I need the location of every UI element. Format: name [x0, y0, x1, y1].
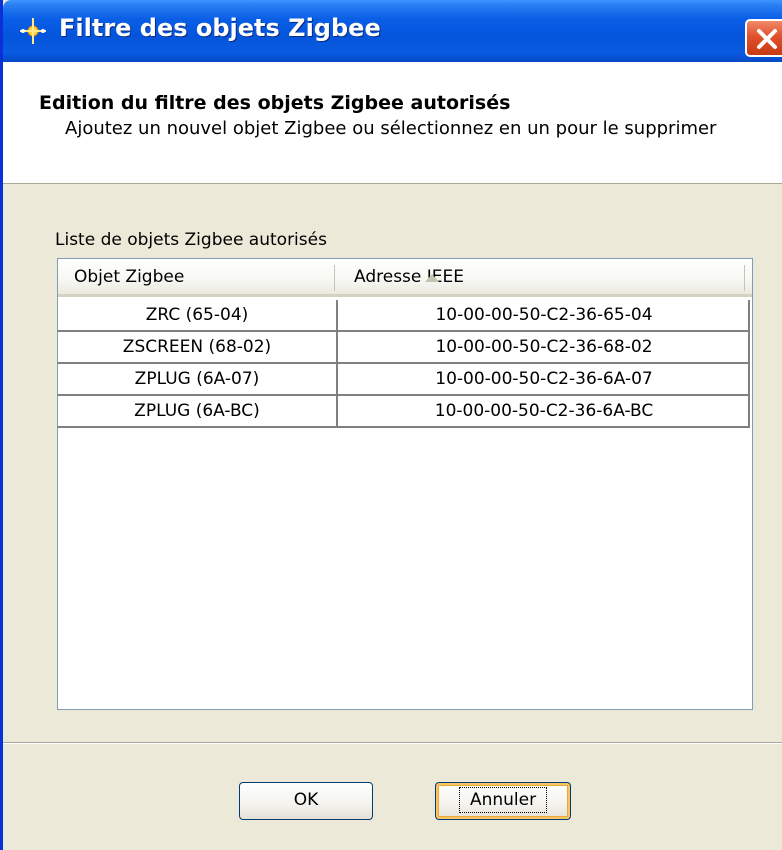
cell-object: ZSCREEN (68-02) — [58, 332, 338, 362]
cell-address: 10-00-00-50-C2-36-6A-07 — [435, 369, 653, 389]
sort-ascending-icon — [425, 274, 439, 282]
cell-address: 10-00-00-50-C2-36-68-02 — [435, 337, 653, 357]
cancel-button-label: Annuler — [458, 787, 548, 813]
cell-object: ZPLUG (6A-07) — [58, 364, 338, 394]
banner-title: Edition du filtre des objets Zigbee auto… — [39, 92, 511, 114]
title-bar[interactable]: Filtre des objets Zigbee — [3, 0, 782, 62]
column-divider[interactable] — [744, 265, 745, 291]
column-divider[interactable] — [334, 265, 335, 291]
banner-subtitle: Ajoutez un nouvel objet Zigbee ou sélect… — [65, 118, 717, 139]
ok-button[interactable]: OK — [239, 782, 373, 820]
close-icon — [757, 29, 777, 49]
sparkle-icon — [20, 18, 46, 44]
table-row[interactable]: ZSCREEN (68-02) 10-00-00-50-C2-36-68-02 — [58, 332, 750, 364]
dialog-window: Filtre des objets Zigbee Edition du filt… — [0, 0, 782, 850]
table-row[interactable]: ZPLUG (6A-07) 10-00-00-50-C2-36-6A-07 — [58, 364, 750, 396]
footer-divider — [3, 742, 782, 744]
cancel-button[interactable]: Annuler — [435, 782, 571, 820]
header-banner: Edition du filtre des objets Zigbee auto… — [3, 62, 782, 184]
table-row[interactable]: ZPLUG (6A-BC) 10-00-00-50-C2-36-6A-BC — [58, 396, 750, 428]
window-title: Filtre des objets Zigbee — [59, 14, 381, 42]
cell-object: ZRC (65-04) — [58, 300, 338, 330]
table-row[interactable]: ZRC (65-04) 10-00-00-50-C2-36-65-04 — [58, 300, 750, 332]
list-label: Liste de objets Zigbee autorisés — [55, 230, 327, 250]
zigbee-objects-table[interactable]: Objet Zigbee Adresse IEEE ZRC (65-04) 10… — [57, 258, 753, 710]
cell-address: 10-00-00-50-C2-36-6A-BC — [434, 401, 654, 421]
column-header-address[interactable]: Adresse IEEE — [354, 267, 464, 287]
cell-object: ZPLUG (6A-BC) — [58, 396, 338, 426]
table-header: Objet Zigbee Adresse IEEE — [58, 259, 752, 297]
close-button[interactable] — [745, 19, 782, 57]
column-header-object[interactable]: Objet Zigbee — [74, 267, 184, 287]
table-body: ZRC (65-04) 10-00-00-50-C2-36-65-04 ZSCR… — [58, 300, 752, 428]
cell-address: 10-00-00-50-C2-36-65-04 — [435, 305, 653, 325]
